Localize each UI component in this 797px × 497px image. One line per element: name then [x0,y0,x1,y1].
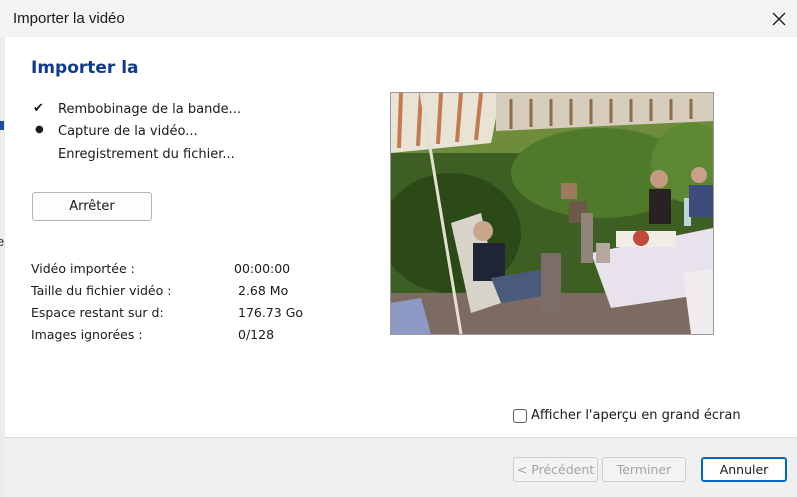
close-button[interactable] [762,2,795,35]
fullscreen-preview-label[interactable]: Afficher l'aperçu en grand écran [531,408,741,423]
stat-label-imported: Vidéo importée : [31,261,135,276]
page-heading: Importer la [31,58,139,78]
window-title: Importer la vidéo [13,10,125,27]
finish-button[interactable]: Terminer [602,457,686,482]
cancel-button[interactable]: Annuler [701,457,787,482]
step-current-icon: ● [35,124,44,135]
step-capture-label: Capture de la vidéo... [58,124,198,139]
stop-button[interactable]: Arrêter [32,192,152,221]
previous-button[interactable]: < Précédent [513,457,598,482]
title-bar: Importer la vidéo [0,0,797,37]
step-save-label: Enregistrement du fichier... [58,147,235,162]
background-window-accent [0,121,4,130]
fullscreen-preview-checkbox-row[interactable]: Afficher l'aperçu en grand écran [513,408,741,423]
video-preview-frame [391,93,713,334]
video-preview [390,92,714,335]
background-window-text: e [0,234,5,249]
stat-value-space: 176.73 Go [238,305,304,320]
stat-label-filesize: Taille du fichier vidéo : [31,283,172,298]
stat-label-dropped: Images ignorées : [31,327,143,342]
stat-label-space: Espace restant sur d: [31,305,164,320]
fullscreen-preview-checkbox[interactable] [513,408,527,423]
close-icon [772,12,785,25]
stat-value-filesize: 2.68 Mo [238,283,289,298]
step-rewind-label: Rembobinage de la bande... [58,102,241,117]
step-done-icon: ✔ [33,101,44,116]
stat-value-imported: 00:00:00 [234,261,291,276]
stat-value-dropped: 0/128 [238,327,275,342]
